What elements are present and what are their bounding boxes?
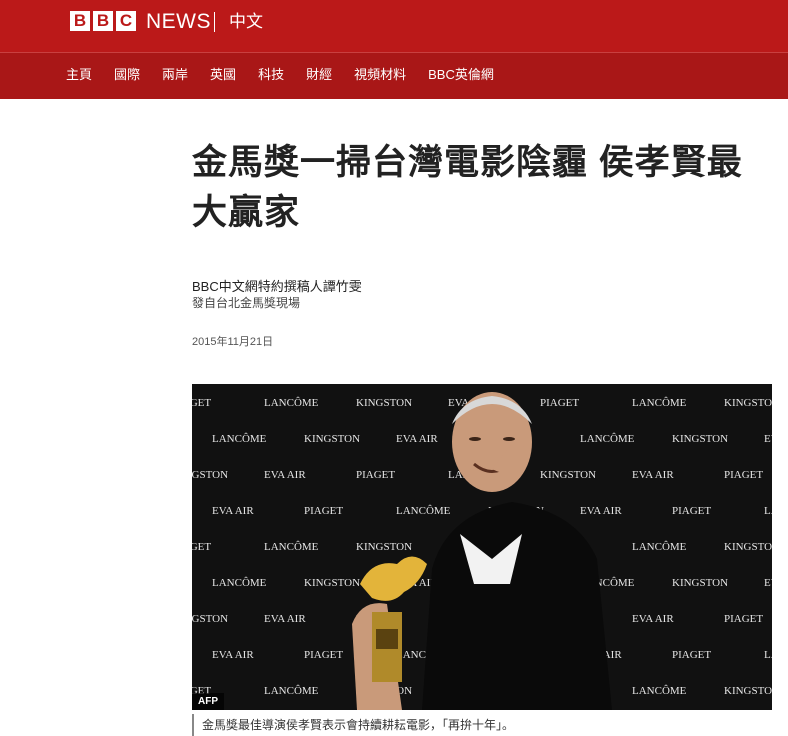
backdrop-logo: LANCÔME (264, 397, 319, 409)
backdrop-logo: EVA AIR (580, 505, 622, 517)
bbc-header-bar: B B C NEWS 中文 (0, 0, 788, 52)
backdrop-logo: KINGSTON (672, 577, 728, 589)
backdrop-logo: KINGSTON (540, 469, 596, 481)
backdrop-logo: LANCÔME (632, 541, 687, 553)
backdrop-logo: PIAGET (304, 649, 343, 661)
backdrop-logo: KINGSTON (192, 469, 228, 481)
backdrop-logo: LANCÔME (264, 685, 319, 697)
backdrop-logo: KINGSTON (724, 685, 772, 697)
nav-item-business[interactable]: 財經 (306, 67, 332, 83)
backdrop-logo: KINGSTON (356, 397, 412, 409)
backdrop-logo: LANCÔME (212, 433, 267, 445)
bbc-logo-block: B (70, 11, 90, 31)
backdrop-logo: LANCÔME (212, 577, 267, 589)
header-divider (214, 12, 215, 32)
backdrop-logo: LANCÔME (264, 541, 319, 553)
nav-item-world[interactable]: 國際 (114, 67, 140, 83)
backdrop-logo: KINGSTON (192, 613, 228, 625)
photo-scene: PIAGET LANCÔME KINGSTON EVA AIR PIAGET LANCÔM… (192, 384, 772, 710)
backdrop-logo: LANCÔME (764, 649, 772, 661)
backdrop-logo: PIAGET (672, 649, 711, 661)
photo-caption: 金馬獎最佳導演侯孝賢表示會持續耕耘電影，「再拚十年」。 (192, 714, 772, 736)
bbc-logo-block: C (116, 11, 136, 31)
publish-date: 2015年11月21日 (192, 336, 274, 348)
backdrop-logo: PIAGET (304, 505, 343, 517)
backdrop-logo: LANCÔME (632, 685, 687, 697)
backdrop-logo: LANCÔME (764, 505, 772, 517)
article-photo: PIAGET LANCÔME KINGSTON EVA AIR PIAGET LANCÔM… (192, 384, 772, 710)
backdrop-logo: PIAGET (672, 505, 711, 517)
backdrop-logo: EVA AIR (264, 469, 306, 481)
nav-item-cross-strait[interactable]: 兩岸 (162, 67, 188, 83)
backdrop-logo: KINGSTON (304, 433, 360, 445)
main-nav: 主頁 國際 兩岸 英國 科技 財經 視頻材料 BBC英倫網 (0, 52, 788, 99)
backdrop-logo: PIAGET (356, 469, 395, 481)
backdrop-logo: EVA AIR (396, 433, 438, 445)
backdrop-logo: LANCÔME (580, 433, 635, 445)
backdrop-logo: KINGSTON (304, 577, 360, 589)
backdrop-logo: EVA AIR (764, 577, 772, 589)
backdrop-logo: KINGSTON (672, 433, 728, 445)
backdrop-logo: PIAGET (724, 613, 763, 625)
backdrop-logo: KINGSTON (724, 397, 772, 409)
nav-item-bbc-english[interactable]: BBC英倫網 (428, 67, 494, 83)
backdrop-logo: EVA AIR (632, 469, 674, 481)
backdrop-logo: EVA AIR (632, 613, 674, 625)
nav-item-home[interactable]: 主頁 (66, 67, 92, 83)
nav-item-uk[interactable]: 英國 (210, 67, 236, 83)
backdrop-logo: PIAGET (540, 397, 579, 409)
nav-item-technology[interactable]: 科技 (258, 67, 284, 83)
language-label[interactable]: 中文 (229, 11, 263, 33)
backdrop-logo: LANCÔME (632, 397, 687, 409)
backdrop-logo: PIAGET (724, 469, 763, 481)
byline-author: BBC中文網特約撰稿人譚竹雯 (192, 279, 362, 294)
backdrop-logo: KINGSTON (356, 541, 412, 553)
news-wordmark[interactable]: NEWS (146, 10, 211, 34)
backdrop-logo: LANCÔME (396, 505, 451, 517)
backdrop-logo: EVA AIR (264, 613, 306, 625)
article-headline: 金馬獎一掃台灣電影陰霾 侯孝賢最大贏家 (192, 143, 743, 232)
backdrop-logo: PIAGET (192, 541, 211, 553)
backdrop-logo: EVA AIR (212, 649, 254, 661)
bbc-logo[interactable]: B B C (70, 11, 136, 31)
backdrop-logo: EVA AIR (764, 433, 772, 445)
byline-location: 發自台北金馬獎現場 (192, 296, 301, 310)
photo-credit: AFP (192, 693, 224, 710)
bbc-logo-block: B (93, 11, 113, 31)
nav-item-video[interactable]: 視頻材料 (354, 67, 406, 83)
backdrop-logo: PIAGET (192, 397, 211, 409)
backdrop-logo: KINGSTON (724, 541, 772, 553)
backdrop-logo: EVA AIR (212, 505, 254, 517)
